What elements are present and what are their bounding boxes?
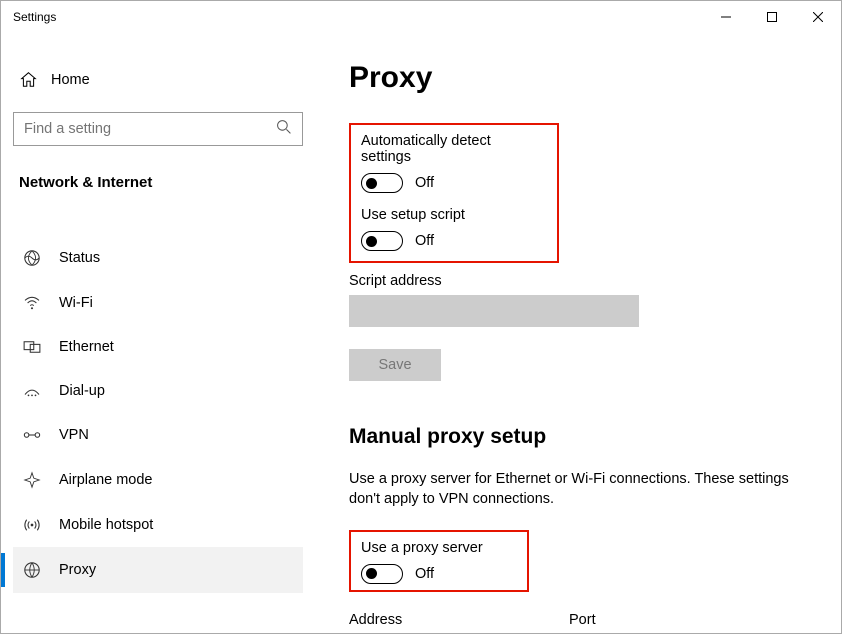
- setup-script-label: Use setup script: [361, 207, 543, 223]
- sidebar-item-vpn[interactable]: VPN: [13, 413, 303, 457]
- settings-window: Settings Home: [0, 0, 842, 634]
- sidebar-item-airplane[interactable]: Airplane mode: [13, 457, 303, 503]
- window-body: Home Network & Internet Status: [1, 33, 841, 633]
- airplane-icon: [23, 471, 41, 489]
- sidebar-item-label: Proxy: [59, 562, 96, 578]
- script-address-label: Script address: [349, 273, 811, 289]
- sidebar-item-label: Mobile hotspot: [59, 517, 153, 533]
- sidebar-item-label: Status: [59, 250, 100, 266]
- use-proxy-state: Off: [415, 566, 434, 582]
- window-title: Settings: [13, 10, 56, 24]
- status-icon: [23, 249, 41, 267]
- use-proxy-label: Use a proxy server: [361, 540, 513, 556]
- sidebar-item-label: Ethernet: [59, 339, 114, 355]
- setup-script-state: Off: [415, 233, 434, 249]
- hotspot-icon: [23, 517, 41, 533]
- address-label: Address: [349, 612, 515, 628]
- port-label: Port: [569, 612, 653, 628]
- sidebar-item-ethernet[interactable]: Ethernet: [13, 325, 303, 369]
- content-pane: Proxy Automatically detect settings Off …: [321, 33, 841, 633]
- minimize-button[interactable]: [703, 1, 749, 33]
- auto-detect-label: Automatically detect settings: [361, 133, 543, 165]
- sidebar-item-wifi[interactable]: Wi-Fi: [13, 281, 303, 325]
- sidebar-category: Network & Internet: [13, 174, 303, 191]
- ethernet-icon: [23, 340, 41, 354]
- address-port-row: Address Port: [349, 604, 811, 633]
- proxy-icon: [23, 561, 41, 579]
- sidebar-item-proxy[interactable]: Proxy: [13, 547, 303, 593]
- search-icon: [276, 119, 292, 140]
- page-title: Proxy: [349, 61, 811, 95]
- home-icon: [19, 71, 37, 88]
- auto-detect-state: Off: [415, 175, 434, 191]
- sidebar-item-label: VPN: [59, 427, 89, 443]
- sidebar: Home Network & Internet Status: [1, 33, 321, 633]
- search-input[interactable]: [24, 121, 276, 137]
- save-button: Save: [349, 349, 441, 381]
- sidebar-item-label: Dial-up: [59, 383, 105, 399]
- manual-setup-heading: Manual proxy setup: [349, 425, 811, 449]
- wifi-icon: [23, 296, 41, 310]
- home-label: Home: [51, 72, 90, 88]
- window-controls: [703, 1, 841, 33]
- close-button[interactable]: [795, 1, 841, 33]
- sidebar-item-hotspot[interactable]: Mobile hotspot: [13, 503, 303, 547]
- sidebar-item-status[interactable]: Status: [13, 235, 303, 281]
- sidebar-item-label: Wi-Fi: [59, 295, 93, 311]
- manual-setup-description: Use a proxy server for Ethernet or Wi-Fi…: [349, 469, 789, 510]
- sidebar-nav: Status Wi-Fi Ethernet: [13, 235, 303, 593]
- titlebar: Settings: [1, 1, 841, 33]
- dialup-icon: [23, 384, 41, 398]
- highlight-box-proxy: Use a proxy server Off: [349, 530, 529, 592]
- use-proxy-toggle[interactable]: [361, 564, 403, 584]
- search-box[interactable]: [13, 112, 303, 146]
- home-link[interactable]: Home: [13, 61, 303, 98]
- auto-detect-toggle[interactable]: [361, 173, 403, 193]
- sidebar-item-label: Airplane mode: [59, 472, 153, 488]
- vpn-icon: [23, 428, 41, 442]
- maximize-button[interactable]: [749, 1, 795, 33]
- setup-script-toggle[interactable]: [361, 231, 403, 251]
- highlight-box-auto: Automatically detect settings Off Use se…: [349, 123, 559, 263]
- sidebar-item-dialup[interactable]: Dial-up: [13, 369, 303, 413]
- script-address-input: [349, 295, 639, 327]
